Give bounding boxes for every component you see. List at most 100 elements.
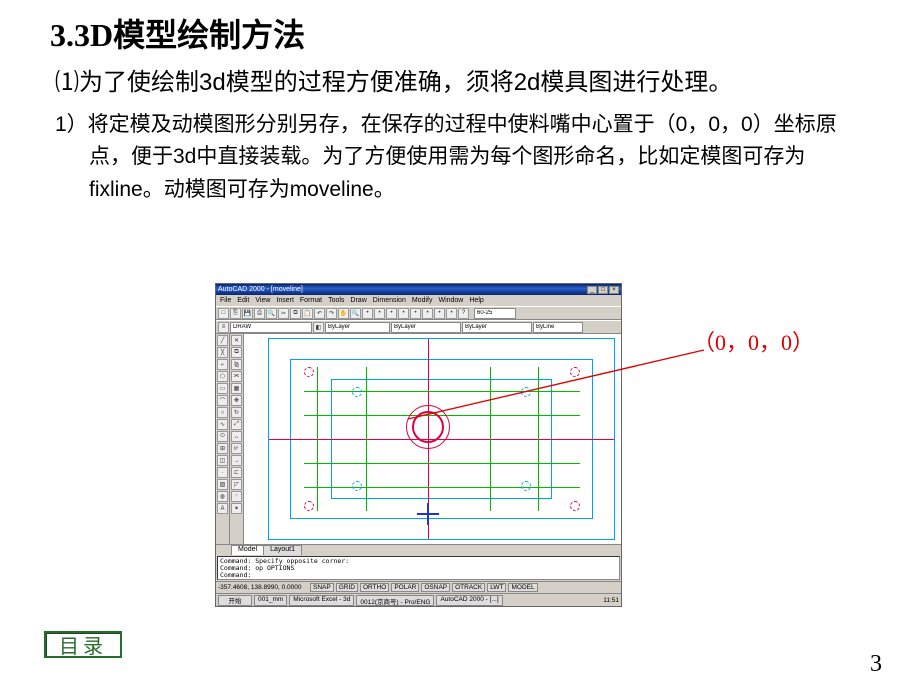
save-icon[interactable]: 💾 <box>242 308 253 319</box>
print-icon[interactable]: ⎙ <box>254 308 265 319</box>
trim-icon[interactable]: ⊬ <box>231 443 242 454</box>
open-icon[interactable]: ⎘ <box>230 308 241 319</box>
menu-item[interactable]: Draw <box>350 297 366 304</box>
preview-icon[interactable]: 🔍 <box>266 308 277 319</box>
redo-icon[interactable]: ↷ <box>326 308 337 319</box>
color-dropdown[interactable] <box>325 322 390 333</box>
tool-icon[interactable]: • <box>446 308 457 319</box>
paste-icon[interactable]: 📋 <box>302 308 313 319</box>
titlebar: AutoCAD 2000 - [moveline] _ □ × <box>216 284 621 295</box>
slide-title: 3.3D模型绘制方法 <box>0 0 920 64</box>
rotate-icon[interactable]: ↻ <box>231 407 242 418</box>
tool-icon[interactable]: • <box>386 308 397 319</box>
polar-toggle[interactable]: POLAR <box>391 583 419 592</box>
ellipse-icon[interactable]: ⬭ <box>217 431 228 442</box>
pan-icon[interactable]: ✋ <box>338 308 349 319</box>
command-window[interactable]: Command: Specify opposite corner: Comman… <box>217 556 620 580</box>
rectangle-icon[interactable]: ▭ <box>217 383 228 394</box>
drawing-area[interactable] <box>244 334 621 544</box>
taskbar-item[interactable]: AutoCAD 2000 - [...] <box>436 595 502 606</box>
paragraph-2: 1）将定模及动模图形分别另存，在保存的过程中使料嘴中心置于（0，0，0）坐标原点… <box>34 105 920 207</box>
block-icon[interactable]: ◫ <box>217 455 228 466</box>
insert-icon[interactable]: ⊞ <box>217 443 228 454</box>
chamfer-icon[interactable]: ◸ <box>231 479 242 490</box>
close-button[interactable]: × <box>609 286 619 294</box>
lineweight-dropdown[interactable] <box>462 322 532 333</box>
origin-annotation: （0，0，0） <box>693 325 814 357</box>
taskbar-item[interactable]: 0012(京商号) - Pro/ENG <box>356 595 434 606</box>
mirror-icon[interactable]: ⧎ <box>231 359 242 370</box>
copy-obj-icon[interactable]: ⧉ <box>231 347 242 358</box>
text-icon[interactable]: A <box>217 503 228 514</box>
new-icon[interactable]: □ <box>218 308 229 319</box>
taskbar-item[interactable]: Microsoft Excel - 3d <box>289 595 354 606</box>
line-icon[interactable]: ╱ <box>217 335 228 346</box>
menu-item[interactable]: Format <box>300 297 322 304</box>
break-icon[interactable]: ⊏ <box>231 467 242 478</box>
tool-icon[interactable]: • <box>362 308 373 319</box>
tab-layout1[interactable]: Layout1 <box>263 545 302 555</box>
offset-icon[interactable]: ⫘ <box>231 371 242 382</box>
zoom-icon[interactable]: 🔍 <box>350 308 361 319</box>
spline-icon[interactable]: ∿ <box>217 419 228 430</box>
snap-toggle[interactable]: SNAP <box>310 583 334 592</box>
extend-icon[interactable]: → <box>231 455 242 466</box>
minimize-button[interactable]: _ <box>587 286 597 294</box>
stretch-icon[interactable]: ↔ <box>231 431 242 442</box>
array-icon[interactable]: ▦ <box>231 383 242 394</box>
menu-item[interactable]: Window <box>438 297 463 304</box>
menu-item[interactable]: Modify <box>412 297 433 304</box>
plotstyle-dropdown[interactable] <box>533 322 583 333</box>
osnap-toggle[interactable]: OSNAP <box>421 583 450 592</box>
xline-icon[interactable]: ╳ <box>217 347 228 358</box>
tool-icon[interactable]: • <box>422 308 433 319</box>
explode-icon[interactable]: ✶ <box>231 503 242 514</box>
scale-icon[interactable]: ⤢ <box>231 419 242 430</box>
properties-toolbar: ≡ ◧ <box>216 320 621 334</box>
model-toggle[interactable]: MODEL <box>508 583 537 592</box>
tool-icon[interactable]: • <box>410 308 421 319</box>
grid-toggle[interactable]: GRID <box>336 583 358 592</box>
layer-prop-icon[interactable]: ◧ <box>313 322 324 333</box>
cut-icon[interactable]: ✂ <box>278 308 289 319</box>
help-icon[interactable]: ? <box>458 308 469 319</box>
menu-item[interactable]: Tools <box>328 297 344 304</box>
undo-icon[interactable]: ↶ <box>314 308 325 319</box>
menu-item[interactable]: Help <box>469 297 483 304</box>
linetype-dropdown[interactable] <box>391 322 461 333</box>
tool-icon[interactable]: • <box>374 308 385 319</box>
status-bar: -357.4608, 138.8990, 0.0000 SNAP GRID OR… <box>216 581 621 593</box>
hatch-icon[interactable]: ▨ <box>217 479 228 490</box>
point-icon[interactable]: · <box>217 467 228 478</box>
layer-dropdown[interactable] <box>230 322 312 333</box>
circle-icon[interactable]: ○ <box>217 407 228 418</box>
menu-item[interactable]: Insert <box>276 297 294 304</box>
otrack-toggle[interactable]: OTRACK <box>452 583 485 592</box>
mold-drawing <box>268 338 615 540</box>
copy-icon[interactable]: ⧉ <box>290 308 301 319</box>
polyline-icon[interactable]: ⌐ <box>217 359 228 370</box>
arc-icon[interactable]: ⌒ <box>217 395 228 406</box>
menu-item[interactable]: View <box>255 297 270 304</box>
taskbar-item[interactable]: 001_mm <box>254 595 287 606</box>
bottom-panel: Model Layout1 Command: Specify opposite … <box>216 544 621 606</box>
menu-item[interactable]: Dimension <box>373 297 406 304</box>
command-input[interactable] <box>474 308 516 319</box>
start-button[interactable]: 开始 <box>218 595 252 606</box>
region-icon[interactable]: ◍ <box>217 491 228 502</box>
tab-model[interactable]: Model <box>231 545 264 555</box>
lwt-toggle[interactable]: LWT <box>487 583 506 592</box>
erase-icon[interactable]: ✕ <box>231 335 242 346</box>
tool-icon[interactable]: • <box>434 308 445 319</box>
tool-icon[interactable]: • <box>398 308 409 319</box>
menu-item[interactable]: Edit <box>237 297 249 304</box>
menu-bar: File Edit View Insert Format Tools Draw … <box>216 295 621 306</box>
move-icon[interactable]: ✥ <box>231 395 242 406</box>
maximize-button[interactable]: □ <box>598 286 608 294</box>
toc-button[interactable]: 目录 <box>44 631 122 658</box>
polygon-icon[interactable]: ⬠ <box>217 371 228 382</box>
menu-item[interactable]: File <box>220 297 231 304</box>
fillet-icon[interactable]: ◜ <box>231 491 242 502</box>
layer-icon[interactable]: ≡ <box>218 322 229 333</box>
ortho-toggle[interactable]: ORTHO <box>360 583 389 592</box>
